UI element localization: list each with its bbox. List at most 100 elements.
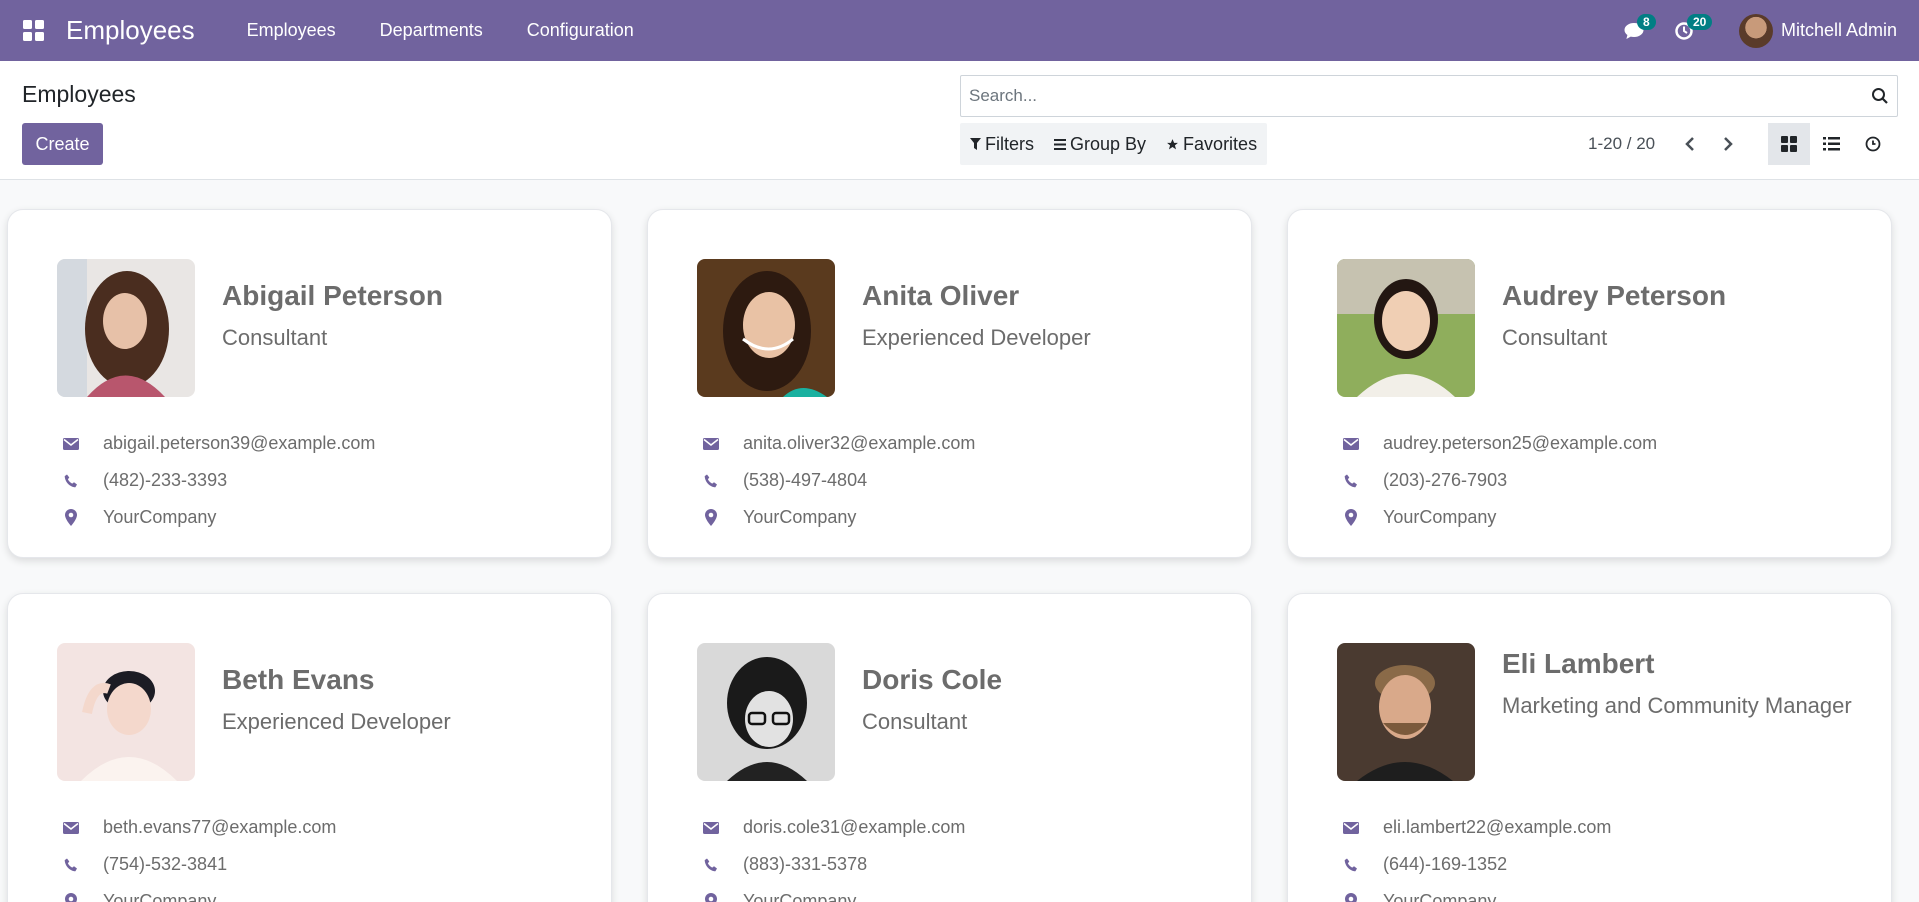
pager-value[interactable]: 1-20 / 20 [1588, 134, 1655, 154]
kanban-view-icon [1781, 136, 1797, 152]
envelope-icon [1341, 821, 1361, 834]
search-icon[interactable] [1863, 87, 1897, 105]
employee-email-text: anita.oliver32@example.com [743, 433, 976, 453]
envelope-icon [61, 821, 81, 834]
map-marker-icon [1341, 893, 1361, 902]
app-brand[interactable]: Employees [66, 15, 195, 46]
map-marker-icon [701, 509, 721, 526]
employee-name: Audrey Peterson [1502, 280, 1727, 311]
map-marker-icon [1341, 509, 1361, 526]
employee-phone-text: (754)-532-3841 [103, 854, 228, 874]
employee-company: YourCompany [697, 507, 856, 528]
search-bar [960, 75, 1898, 117]
employee-phone-text: (644)-169-1352 [1383, 854, 1508, 874]
envelope-icon [1341, 437, 1361, 450]
employee-email-text: doris.cole31@example.com [743, 817, 966, 837]
employee-name: Eli Lambert [1502, 648, 1655, 679]
employee-photo [1337, 643, 1475, 781]
employee-phone: (883)-331-5378 [697, 854, 867, 875]
employee-email: doris.cole31@example.com [697, 817, 965, 838]
favorites-button[interactable]: Favorites [1156, 123, 1267, 165]
map-marker-icon [701, 893, 721, 902]
employee-email: beth.evans77@example.com [57, 817, 336, 838]
employee-job-title: Consultant [862, 709, 968, 734]
employee-company: YourCompany [57, 891, 216, 902]
clock-icon [1865, 136, 1881, 152]
filter-icon [970, 138, 981, 150]
employee-email: audrey.peterson25@example.com [1337, 433, 1657, 454]
control-panel: Employees Create Filters Group By Favori… [0, 61, 1919, 180]
filters-label: Filters [985, 133, 1034, 154]
employee-email: abigail.peterson39@example.com [57, 433, 375, 454]
employee-company-text: YourCompany [743, 507, 857, 527]
employee-email-text: abigail.peterson39@example.com [103, 433, 376, 453]
employee-card[interactable]: Doris Cole Consultant doris.cole31@examp… [647, 593, 1252, 902]
phone-icon [61, 858, 81, 872]
phone-icon [1341, 474, 1361, 488]
activities-button[interactable]: 20 [1659, 0, 1713, 61]
employee-company: YourCompany [1337, 891, 1496, 902]
list-view-button[interactable] [1810, 123, 1852, 165]
employee-job-title: Consultant [222, 325, 328, 350]
employee-email: anita.oliver32@example.com [697, 433, 975, 454]
star-icon [1166, 138, 1179, 151]
employee-card[interactable]: Beth Evans Experienced Developer beth.ev… [7, 593, 612, 902]
employee-company-text: YourCompany [1383, 507, 1497, 527]
employee-job-title: Experienced Developer [222, 709, 451, 734]
pager-next-button[interactable] [1709, 123, 1747, 165]
employee-kanban: Abigail Peterson Consultant abigail.pete… [0, 180, 1919, 902]
employee-phone: (538)-497-4804 [697, 470, 867, 491]
phone-icon [701, 858, 721, 872]
employee-job-title: Marketing and Community Manager [1502, 693, 1852, 718]
user-avatar [1738, 13, 1773, 48]
phone-icon [701, 474, 721, 488]
employee-name: Abigail Peterson [222, 280, 443, 311]
employee-card[interactable]: Audrey Peterson Consultant audrey.peters… [1287, 209, 1892, 558]
employee-photo [697, 259, 835, 397]
employee-photo [57, 259, 195, 397]
employee-company-text: YourCompany [103, 507, 217, 527]
employee-phone: (203)-276-7903 [1337, 470, 1507, 491]
messages-badge: 8 [1636, 14, 1656, 30]
map-marker-icon [61, 893, 81, 902]
pager-previous-button[interactable] [1671, 123, 1709, 165]
employee-company-text: YourCompany [743, 891, 857, 902]
user-menu[interactable]: Mitchell Admin [1738, 13, 1897, 48]
employee-job-title: Consultant [1502, 325, 1608, 350]
create-button[interactable]: Create [22, 123, 103, 165]
top-navbar: Employees Employees Departments Configur… [0, 0, 1919, 61]
chevron-left-icon [1685, 137, 1694, 151]
chevron-right-icon [1724, 137, 1733, 151]
group-by-label: Group By [1070, 133, 1147, 154]
filters-button[interactable]: Filters [960, 123, 1044, 165]
employee-phone-text: (883)-331-5378 [743, 854, 868, 874]
employee-company: YourCompany [57, 507, 216, 528]
search-input[interactable] [961, 77, 1863, 115]
app-menu-icon[interactable] [0, 0, 66, 61]
activity-view-button[interactable] [1852, 123, 1894, 165]
bars-icon [1054, 138, 1066, 150]
employee-card[interactable]: Anita Oliver Experienced Developer anita… [647, 209, 1252, 558]
employee-card[interactable]: Abigail Peterson Consultant abigail.pete… [7, 209, 612, 558]
employee-phone: (644)-169-1352 [1337, 854, 1507, 875]
messages-button[interactable]: 8 [1609, 0, 1659, 61]
employee-phone-text: (203)-276-7903 [1383, 470, 1508, 490]
kanban-view-button[interactable] [1768, 123, 1810, 165]
employee-company-text: YourCompany [1383, 891, 1497, 902]
employee-photo [1337, 259, 1475, 397]
employee-email-text: beth.evans77@example.com [103, 817, 337, 837]
employee-photo [57, 643, 195, 781]
employee-email-text: audrey.peterson25@example.com [1383, 433, 1658, 453]
employee-company: YourCompany [1337, 507, 1496, 528]
menu-departments[interactable]: Departments [358, 0, 505, 61]
menu-configuration[interactable]: Configuration [505, 0, 656, 61]
list-view-icon [1822, 137, 1840, 151]
page-title: Employees [22, 81, 136, 107]
menu-employees[interactable]: Employees [225, 0, 358, 61]
employee-email-text: eli.lambert22@example.com [1383, 817, 1612, 837]
group-by-button[interactable]: Group By [1044, 123, 1156, 165]
employee-card[interactable]: Eli Lambert Marketing and Community Mana… [1287, 593, 1892, 902]
search-options: Filters Group By Favorites [960, 123, 1268, 165]
map-marker-icon [61, 509, 81, 526]
employee-name: Doris Cole [862, 664, 1003, 695]
